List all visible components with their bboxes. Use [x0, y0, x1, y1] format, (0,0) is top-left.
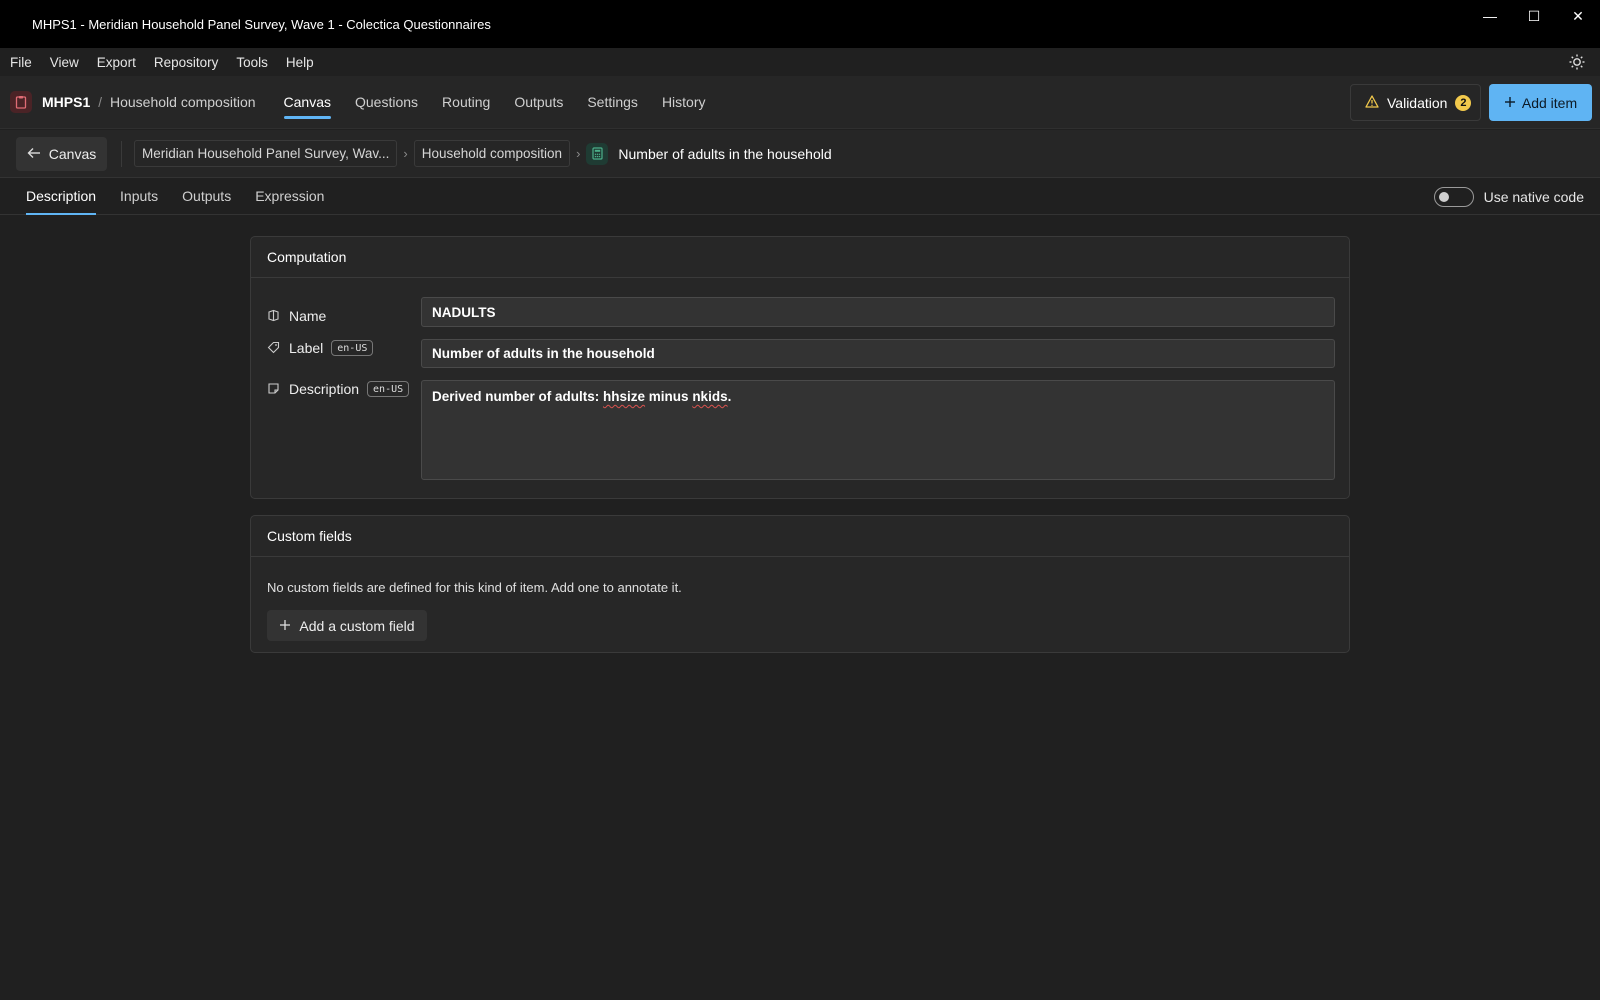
- plus-icon: [1504, 95, 1516, 111]
- back-to-canvas-button[interactable]: Canvas: [16, 136, 107, 171]
- name-input[interactable]: NADULTS: [421, 297, 1335, 327]
- name-field-label: Name: [267, 308, 326, 324]
- description-field-label: Description en-US: [267, 381, 410, 397]
- plus-icon: [279, 618, 291, 634]
- breadcrumb-current: Number of adults in the household: [618, 145, 832, 162]
- tab-canvas[interactable]: Canvas: [272, 76, 343, 129]
- project-name[interactable]: MHPS1: [42, 94, 90, 110]
- menu-help[interactable]: Help: [277, 55, 323, 70]
- custom-fields-title: Custom fields: [251, 516, 1349, 557]
- label-language-badge[interactable]: en-US: [331, 340, 374, 356]
- description-label: Description: [289, 381, 360, 397]
- add-custom-field-button[interactable]: Add a custom field: [267, 610, 427, 641]
- add-item-label: Add item: [1521, 94, 1578, 111]
- tab-routing[interactable]: Routing: [430, 76, 502, 129]
- window-controls: — ☐ ✕: [1468, 0, 1600, 32]
- menu-export[interactable]: Export: [88, 55, 145, 70]
- menu-tools[interactable]: Tools: [227, 55, 277, 70]
- validation-button[interactable]: Validation 2: [1350, 84, 1481, 121]
- minimize-button[interactable]: —: [1468, 0, 1512, 32]
- menu-bar: File View Export Repository Tools Help: [0, 48, 1600, 76]
- add-custom-field-label: Add a custom field: [299, 617, 415, 634]
- item-tabs: Description Inputs Outputs Expression Us…: [0, 178, 1600, 215]
- tab-history[interactable]: History: [650, 76, 718, 129]
- description-text: Derived number of adults: hhsize minus n…: [432, 389, 732, 404]
- theme-sun-icon[interactable]: [1568, 53, 1586, 71]
- native-code-label: Use native code: [1483, 189, 1584, 205]
- validation-label: Validation: [1387, 94, 1448, 111]
- main-tabs: Canvas Questions Routing Outputs Setting…: [272, 76, 718, 129]
- tab-expression[interactable]: Expression: [243, 178, 336, 215]
- validation-count-badge: 2: [1455, 94, 1472, 111]
- divider: [121, 140, 122, 167]
- warning-icon: [1365, 94, 1379, 111]
- back-label: Canvas: [48, 145, 97, 162]
- custom-fields-card: Custom fields No custom fields are defin…: [250, 515, 1350, 653]
- path-separator: /: [98, 94, 102, 110]
- tag-icon: [267, 341, 281, 355]
- breadcrumb-section[interactable]: Household composition: [413, 140, 571, 167]
- menu-file[interactable]: File: [0, 55, 41, 70]
- description-language-badge[interactable]: en-US: [367, 381, 410, 397]
- top-navigation: MHPS1 / Household composition Canvas Que…: [0, 76, 1600, 129]
- computation-card: Computation Name NADULTS Label en-US Num…: [250, 236, 1350, 499]
- note-icon: [267, 382, 281, 396]
- tab-questions[interactable]: Questions: [343, 76, 430, 129]
- menu-repository[interactable]: Repository: [145, 55, 228, 70]
- empty-message: No custom fields are defined for this ki…: [267, 580, 682, 595]
- description-textarea[interactable]: Derived number of adults: hhsize minus n…: [421, 380, 1335, 480]
- tab-description[interactable]: Description: [14, 178, 108, 215]
- breadcrumb-survey[interactable]: Meridian Household Panel Survey, Wav...: [134, 140, 398, 167]
- label-input[interactable]: Number of adults in the household: [421, 339, 1335, 368]
- label-field-label: Label en-US: [267, 340, 374, 356]
- window-title: MHPS1 - Meridian Household Panel Survey,…: [32, 16, 491, 32]
- add-item-button[interactable]: Add item: [1489, 84, 1592, 121]
- name-tag-icon: [267, 309, 281, 323]
- chevron-right-icon: ›: [403, 146, 408, 161]
- tab-outputs[interactable]: Outputs: [502, 76, 575, 129]
- native-code-toggle-group: Use native code: [1433, 187, 1584, 207]
- name-label: Name: [289, 308, 327, 324]
- tab-inputs[interactable]: Inputs: [108, 178, 170, 215]
- title-bar: MHPS1 - Meridian Household Panel Survey,…: [0, 0, 1600, 48]
- arrow-left-icon: [27, 146, 41, 162]
- chevron-right-icon: ›: [576, 146, 581, 161]
- breadcrumb-bar: Canvas Meridian Household Panel Survey, …: [0, 130, 1600, 178]
- questionnaire-icon: [10, 91, 32, 113]
- section-name[interactable]: Household composition: [110, 94, 256, 110]
- tab-settings[interactable]: Settings: [575, 76, 650, 129]
- maximize-button[interactable]: ☐: [1512, 0, 1556, 32]
- tab-outputs-item[interactable]: Outputs: [170, 178, 243, 215]
- close-button[interactable]: ✕: [1556, 0, 1600, 32]
- native-code-toggle[interactable]: [1433, 187, 1474, 207]
- computation-title: Computation: [251, 237, 1349, 278]
- menu-view[interactable]: View: [41, 55, 88, 70]
- label-label: Label: [289, 340, 324, 356]
- calculator-icon: [586, 142, 609, 165]
